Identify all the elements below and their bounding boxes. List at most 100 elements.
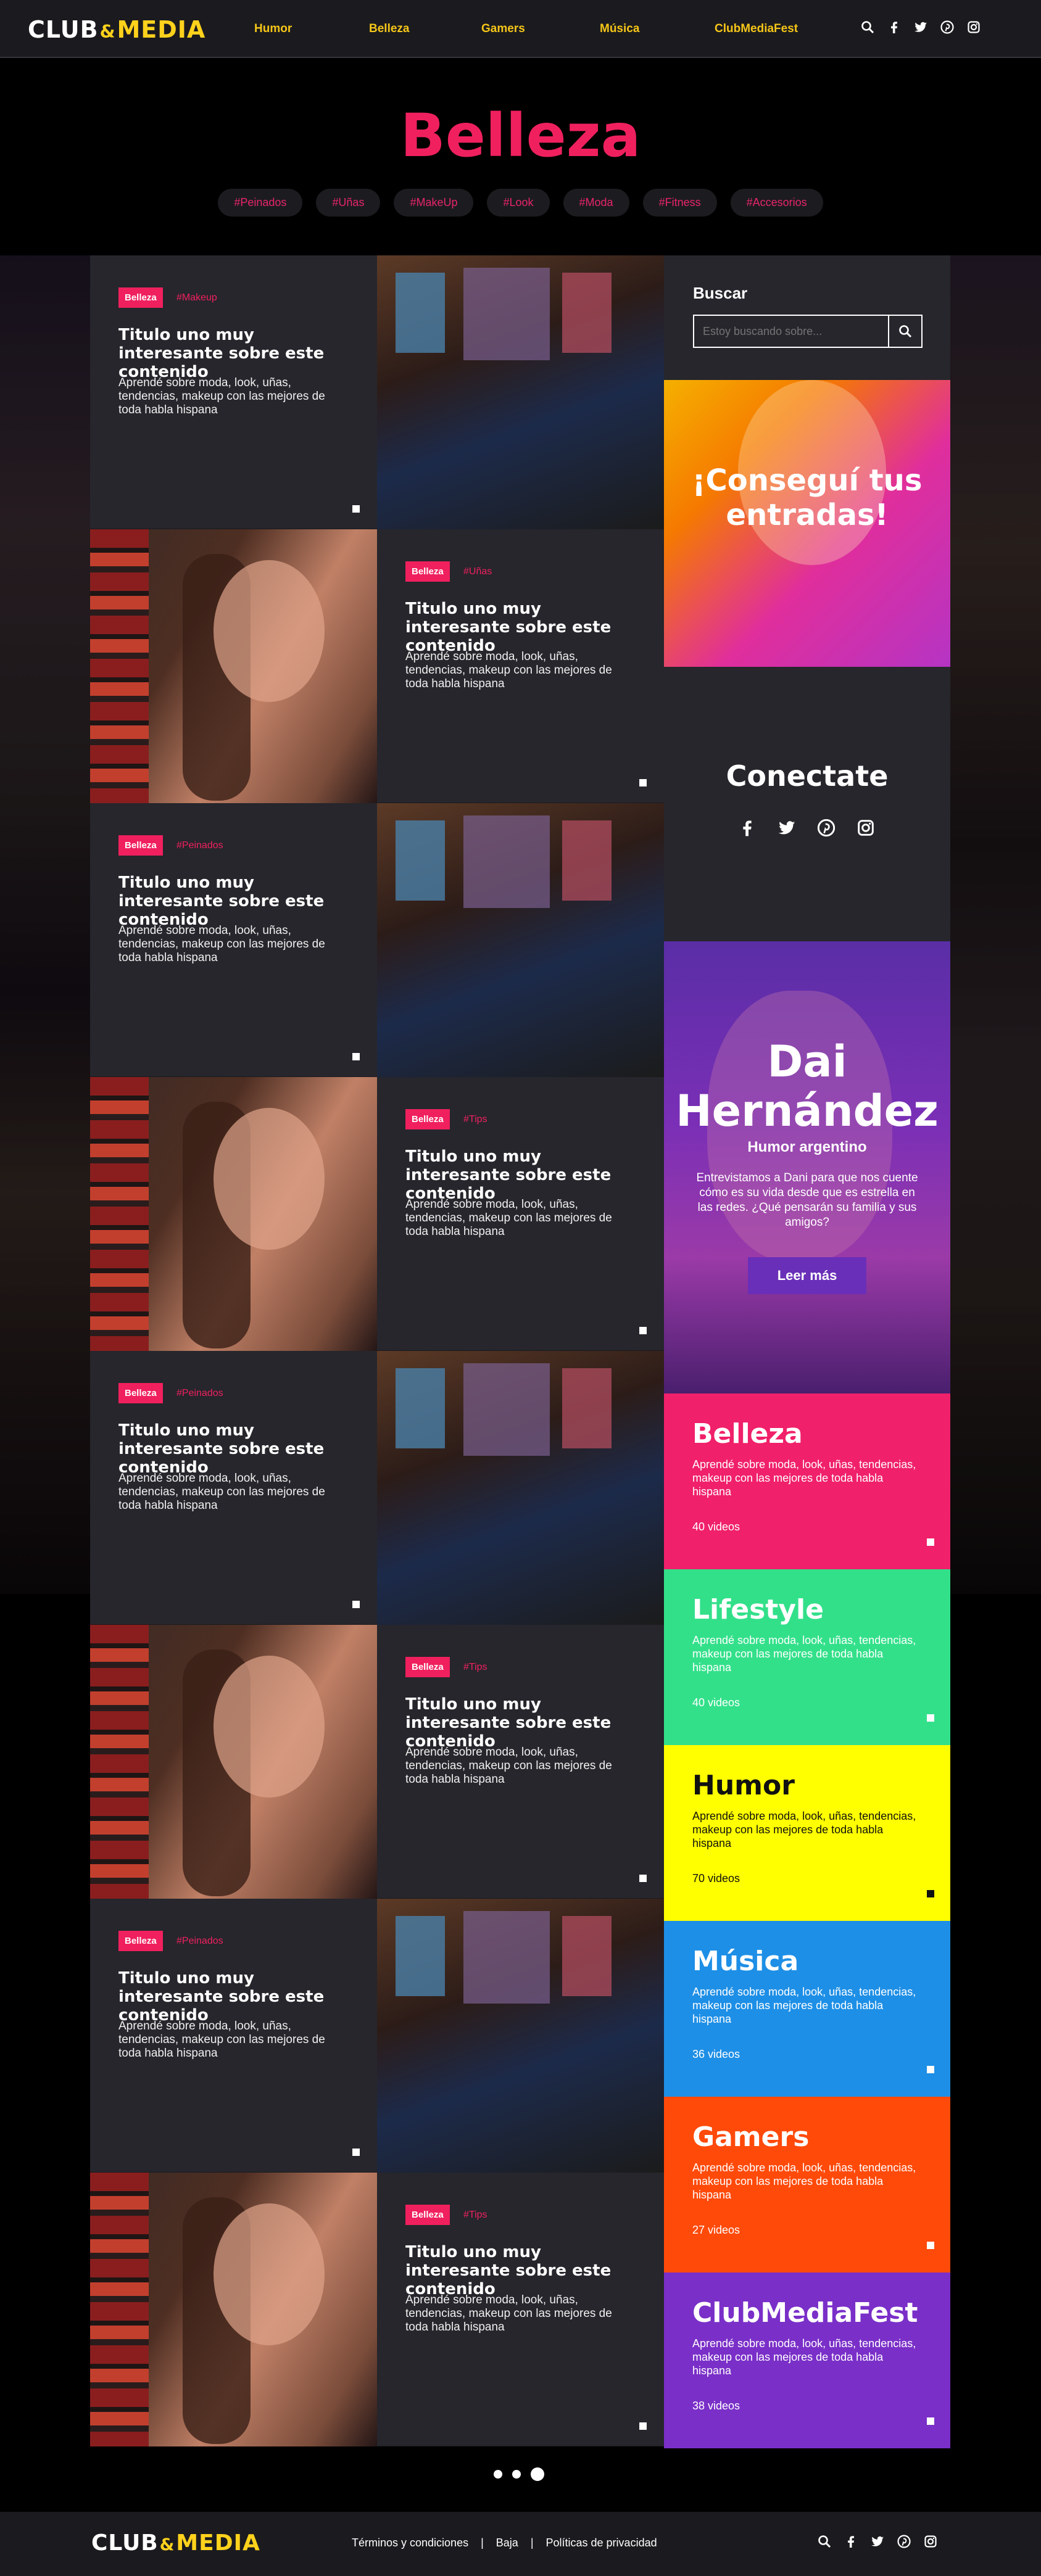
connect-twitter-icon[interactable]	[776, 818, 797, 839]
category-card-gamers[interactable]: Gamers Aprendé sobre moda, look, uñas, te…	[664, 2097, 950, 2273]
pinterest-icon[interactable]	[895, 2534, 913, 2551]
article-row: Belleza #Makeup Titulo uno muy interesante…	[90, 255, 664, 529]
footer-logo[interactable]: CLUB&MEDIA	[91, 2530, 260, 2556]
category-title: ClubMediaFest	[692, 2297, 918, 2329]
connect-panel: Conectate	[664, 667, 950, 941]
background-photo-left	[0, 255, 90, 1594]
category-description: Aprendé sobre moda, look, uñas, tendenci…	[692, 1458, 916, 1498]
footer-link-4[interactable]: Políticas de privacidad	[540, 2537, 663, 2549]
hashtag[interactable]: #Uñas	[463, 566, 492, 577]
article-title[interactable]: Titulo uno muy interesante sobre este co…	[405, 600, 628, 655]
search-icon[interactable]	[816, 2534, 833, 2551]
page-dot-3[interactable]	[531, 2467, 544, 2481]
hashtag[interactable]: #Peinados	[176, 1936, 223, 1947]
article-thumbnail[interactable]	[377, 255, 664, 529]
article-card[interactable]: Belleza #Peinados Titulo uno muy interesan…	[90, 1899, 377, 2173]
category-card-belleza[interactable]: Belleza Aprendé sobre moda, look, uñas, t…	[664, 1393, 950, 1569]
page-dot-2[interactable]	[512, 2470, 521, 2479]
category-card-lifestyle[interactable]: Lifestyle Aprendé sobre moda, look, uñas,…	[664, 1569, 950, 1745]
corner-marker	[639, 1875, 647, 1882]
article-row: Belleza #Tips Titulo uno muy interesante s…	[90, 1625, 664, 1899]
category-badge[interactable]: Belleza	[405, 2205, 450, 2225]
article-card[interactable]: Belleza #Peinados Titulo uno muy interesan…	[90, 803, 377, 1077]
category-card-clubmediafest[interactable]: ClubMediaFest Aprendé sobre moda, look, u…	[664, 2273, 950, 2448]
category-badge[interactable]: Belleza	[118, 287, 163, 308]
connect-instagram-icon[interactable]	[855, 818, 876, 839]
search-button[interactable]	[888, 315, 923, 348]
article-card[interactable]: Belleza #Tips Titulo uno muy interesante s…	[377, 1625, 664, 1899]
footer-link-2[interactable]: Baja	[490, 2537, 525, 2549]
tag-fitness[interactable]: #Fitness	[642, 189, 717, 217]
tag-accesorios[interactable]: #Accesorios	[730, 189, 823, 217]
article-title[interactable]: Titulo uno muy interesante sobre este co…	[405, 1695, 628, 1751]
logo[interactable]: CLUB&MEDIA	[28, 16, 205, 43]
article-thumbnail[interactable]	[90, 529, 377, 803]
article-title[interactable]: Titulo uno muy interesante sobre este co…	[118, 1421, 341, 1477]
footer-link-0[interactable]: Términos y condiciones	[346, 2537, 475, 2549]
tickets-promo-banner[interactable]: ¡Conseguí tus entradas!	[664, 380, 950, 667]
article-title[interactable]: Titulo uno muy interesante sobre este co…	[118, 326, 341, 381]
hashtag[interactable]: #Tips	[463, 2210, 487, 2221]
category-badge[interactable]: Belleza	[118, 1383, 163, 1403]
category-badge[interactable]: Belleza	[405, 1657, 450, 1677]
connect-pinterest-icon[interactable]	[816, 818, 837, 839]
article-title[interactable]: Titulo uno muy interesante sobre este co…	[405, 2243, 628, 2298]
article-card[interactable]: Belleza #Tips Titulo uno muy interesante s…	[377, 2173, 664, 2446]
twitter-icon[interactable]	[869, 2534, 886, 2551]
article-title[interactable]: Titulo uno muy interesante sobre este co…	[118, 873, 341, 929]
corner-marker	[639, 779, 647, 786]
category-card-humor[interactable]: Humor Aprendé sobre moda, look, uñas, ten…	[664, 1745, 950, 1921]
category-card-música[interactable]: Música Aprendé sobre moda, look, uñas, te…	[664, 1921, 950, 2097]
article-thumbnail[interactable]	[377, 1351, 664, 1625]
facebook-icon[interactable]	[885, 20, 903, 37]
category-count: 70 videos	[692, 1872, 740, 1885]
article-thumbnail[interactable]	[377, 803, 664, 1077]
hashtag[interactable]: #Peinados	[176, 840, 223, 851]
hashtag[interactable]: #Tips	[463, 1662, 487, 1673]
search-panel: Buscar	[664, 255, 950, 380]
tag-peinados[interactable]: #Peinados	[218, 189, 303, 217]
category-badge[interactable]: Belleza	[405, 1109, 450, 1129]
article-card[interactable]: Belleza #Tips Titulo uno muy interesante s…	[377, 1077, 664, 1351]
article-thumbnail[interactable]	[90, 2173, 377, 2446]
instagram-icon[interactable]	[965, 20, 982, 37]
hashtag[interactable]: #Makeup	[176, 292, 217, 303]
article-thumbnail[interactable]	[90, 1077, 377, 1351]
featured-description: Entrevistamos a Dani para que nos cuente…	[696, 1171, 918, 1229]
article-title[interactable]: Titulo uno muy interesante sobre este co…	[405, 1147, 628, 1203]
hashtag[interactable]: #Peinados	[176, 1388, 223, 1399]
featured-subtitle: Humor argentino	[747, 1139, 867, 1155]
instagram-icon[interactable]	[922, 2534, 939, 2551]
connect-facebook-icon[interactable]	[737, 818, 758, 839]
category-title: Humor	[692, 1770, 795, 1801]
tag-makeup[interactable]: #MakeUp	[394, 189, 474, 217]
nav-item-belleza[interactable]: Belleza	[369, 22, 409, 36]
twitter-icon[interactable]	[912, 20, 929, 37]
page-title: Belleza	[400, 101, 641, 170]
pinterest-icon[interactable]	[939, 20, 956, 37]
nav-item-humor[interactable]: Humor	[254, 22, 292, 36]
nav-item-clubmediafest[interactable]: ClubMediaFest	[715, 22, 798, 36]
article-card[interactable]: Belleza #Uñas Titulo uno muy interesante s…	[377, 529, 664, 803]
category-badge[interactable]: Belleza	[118, 835, 163, 856]
article-thumbnail[interactable]	[90, 1625, 377, 1899]
tag-uñas[interactable]: #Uñas	[316, 189, 381, 217]
thumb-detail	[214, 1656, 325, 1798]
nav-item-gamers[interactable]: Gamers	[481, 22, 525, 36]
category-badge[interactable]: Belleza	[405, 561, 450, 582]
read-more-button[interactable]: Leer más	[748, 1257, 866, 1294]
search-input[interactable]	[693, 315, 889, 348]
page-dot-1[interactable]	[494, 2470, 502, 2479]
article-title[interactable]: Titulo uno muy interesante sobre este co…	[118, 1969, 341, 2025]
article-card[interactable]: Belleza #Makeup Titulo uno muy interesante…	[90, 255, 377, 529]
category-badge[interactable]: Belleza	[118, 1931, 163, 1951]
search-icon[interactable]	[859, 20, 876, 37]
thumb-detail	[90, 2173, 149, 2446]
nav-item-m-sica[interactable]: Música	[600, 22, 639, 36]
facebook-icon[interactable]	[842, 2534, 860, 2551]
tag-look[interactable]: #Look	[487, 189, 550, 217]
article-card[interactable]: Belleza #Peinados Titulo uno muy interesan…	[90, 1351, 377, 1625]
article-thumbnail[interactable]	[377, 1899, 664, 2173]
hashtag[interactable]: #Tips	[463, 1114, 487, 1125]
tag-moda[interactable]: #Moda	[563, 189, 629, 217]
